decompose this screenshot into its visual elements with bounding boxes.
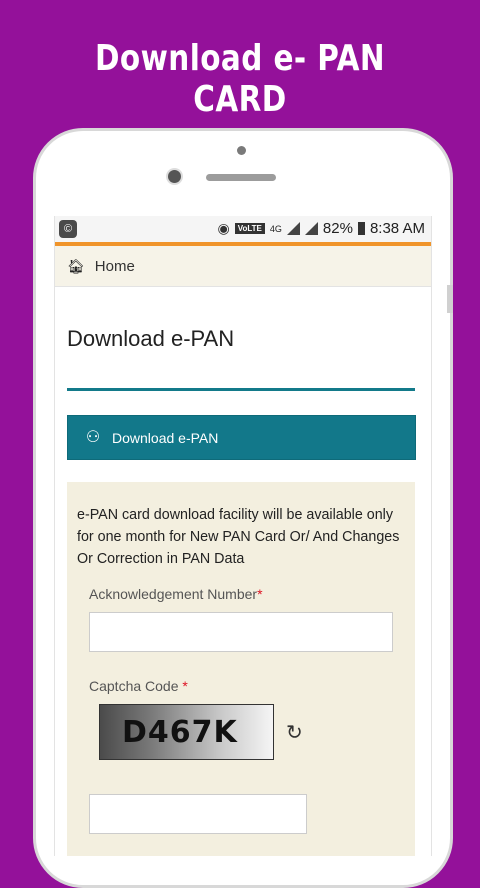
phone-sensor [237,146,246,155]
breadcrumb[interactable]: 🏠︎ Home [55,246,431,287]
home-icon: 🏠︎ [67,257,85,274]
signal-icon [286,222,300,235]
notice-text: e-PAN card download facility will be ava… [77,507,400,567]
form-panel: e-PAN card download facility will be ava… [67,482,415,856]
battery-level: 82% [322,220,353,237]
phone-speaker [206,174,276,181]
captcha-image: D467K [99,704,274,760]
clock: 8:38 AM [369,220,425,237]
battery-icon [357,222,365,235]
hotspot-icon: ◉ [217,220,230,236]
ack-number-label: Acknowledgement Number* [89,586,263,602]
title-underline [67,388,415,391]
app-notification-icon: © [59,220,77,238]
phone-screen: © ◉ VoLTE 4G 82% 8:38 AM 🏠︎ Home Downloa… [54,216,432,856]
captcha-label-text: Captcha Code [89,678,183,694]
volte-icon: VoLTE [234,223,265,234]
network-type: 4G [269,223,282,234]
home-link[interactable]: Home [95,258,135,275]
download-epan-header[interactable]: ⚇ Download e-PAN [67,415,416,460]
user-icon: ⚇ [85,428,101,446]
captcha-label: Captcha Code * [89,678,188,694]
phone-side-button [447,285,453,313]
banner-title: Download e- PAN CARD [95,38,385,120]
captcha-input[interactable] [89,794,307,834]
ack-number-input[interactable] [89,612,393,652]
refresh-captcha-icon[interactable]: ↻ [286,720,303,745]
captcha-text: D467K [122,714,238,750]
status-bar: © ◉ VoLTE 4G 82% 8:38 AM [55,216,431,242]
required-mark: * [182,678,188,694]
signal-icon-secondary [304,222,318,235]
page-title: Download e-PAN [67,326,235,351]
download-epan-label: Download e-PAN [112,429,219,446]
required-mark: * [257,586,263,602]
ack-number-label-text: Acknowledgement Number [89,586,258,602]
phone-camera [168,170,181,183]
